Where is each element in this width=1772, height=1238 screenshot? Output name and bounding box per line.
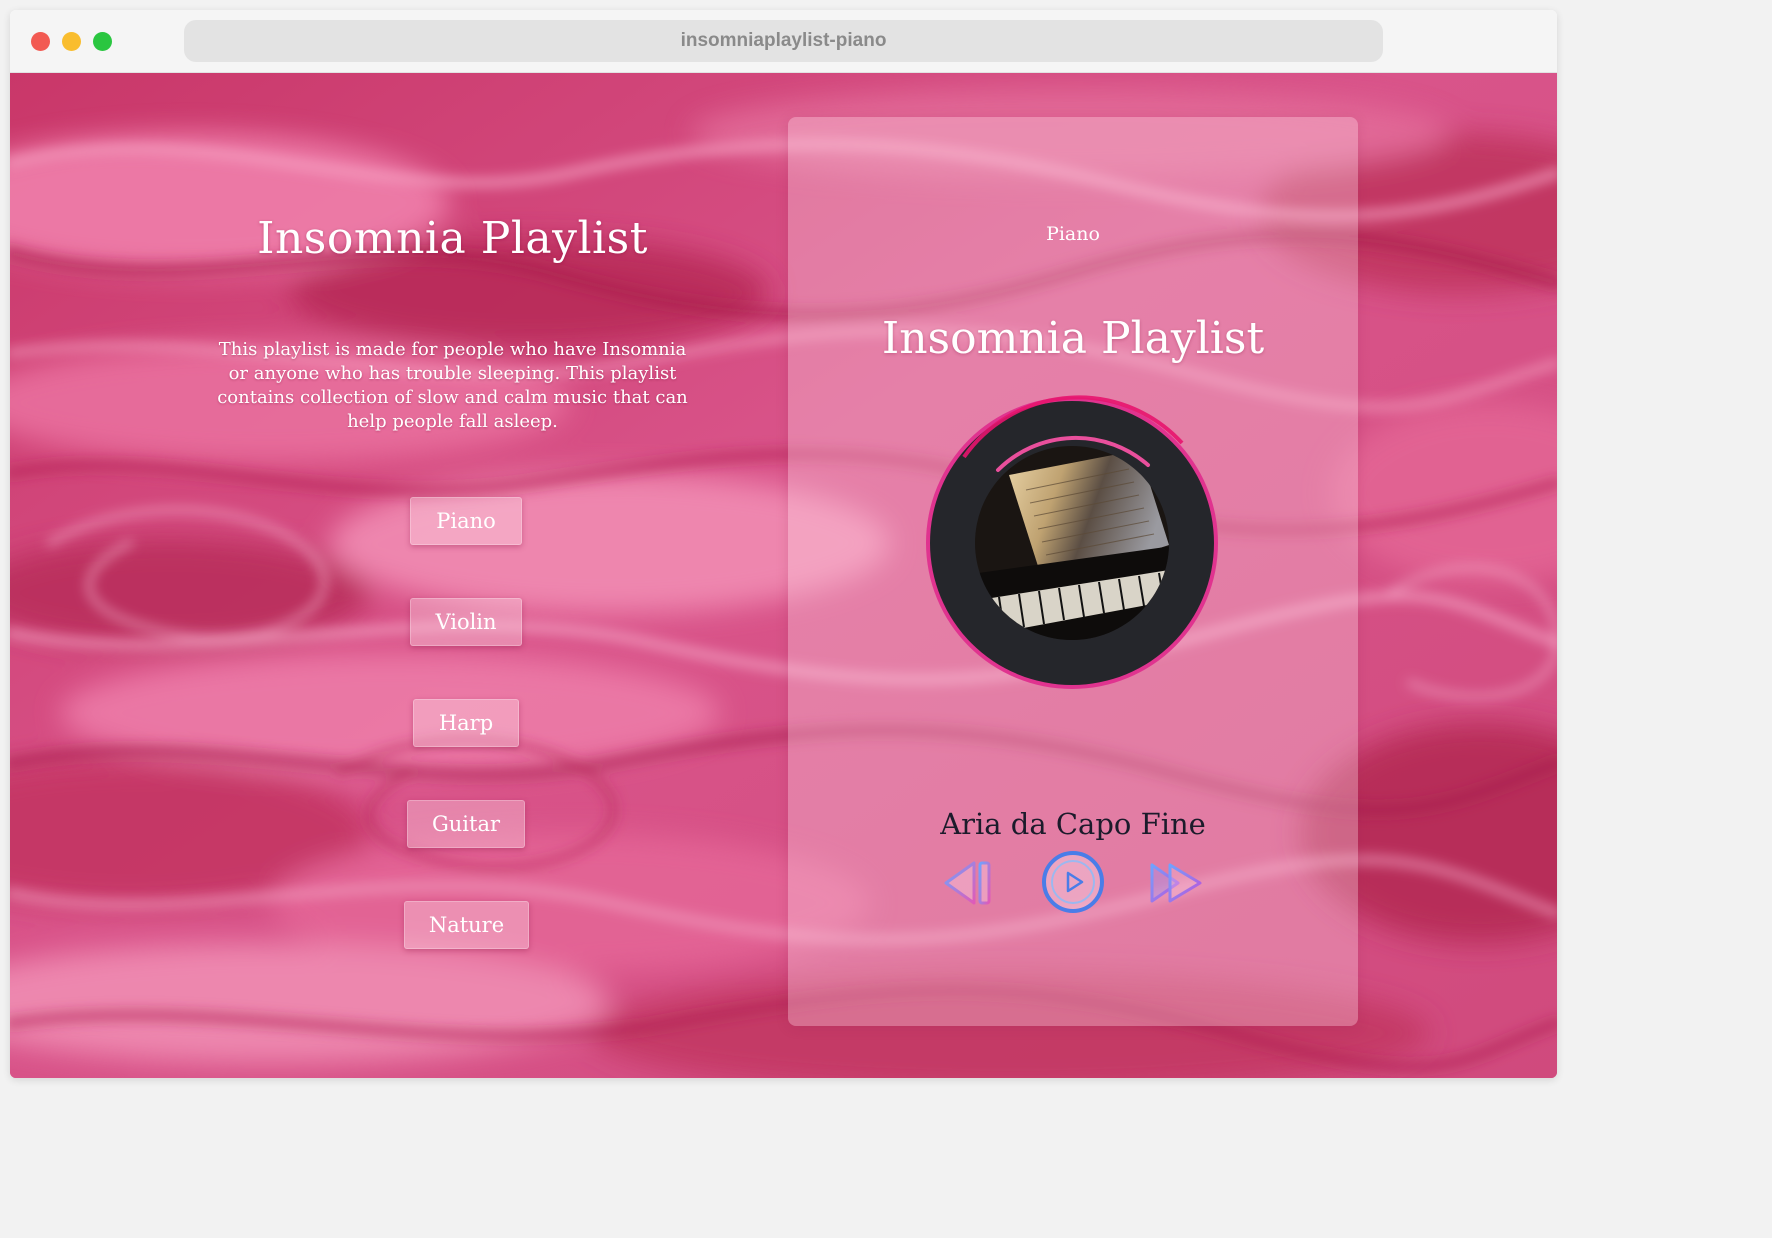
title-bar: insomniaplaylist-piano	[10, 10, 1557, 73]
category-button-guitar[interactable]: Guitar	[407, 800, 525, 848]
current-category: Piano	[1046, 223, 1100, 245]
player-title: Insomnia Playlist	[881, 313, 1265, 364]
page-title: Insomnia Playlist	[257, 213, 648, 264]
play-icon[interactable]	[1040, 849, 1106, 915]
minimize-window-button[interactable]	[62, 32, 81, 51]
maximize-window-button[interactable]	[93, 32, 112, 51]
album-art-disc	[926, 395, 1218, 689]
next-icon[interactable]	[1148, 855, 1206, 911]
page-viewport: Insomnia Playlist This playlist is made …	[10, 73, 1557, 1078]
category-button-violin[interactable]: Violin	[410, 598, 522, 646]
category-button-harp[interactable]: Harp	[413, 699, 519, 747]
track-title: Aria da Capo Fine	[940, 807, 1206, 841]
category-button-piano[interactable]: Piano	[410, 497, 522, 545]
close-window-button[interactable]	[31, 32, 50, 51]
address-bar[interactable]: insomniaplaylist-piano	[184, 20, 1383, 62]
browser-window: insomniaplaylist-piano Insomnia Playlist…	[10, 10, 1557, 1078]
category-button-nature[interactable]: Nature	[404, 901, 529, 949]
previous-icon[interactable]	[940, 855, 996, 911]
playlist-description: This playlist is made for people who hav…	[217, 339, 688, 432]
